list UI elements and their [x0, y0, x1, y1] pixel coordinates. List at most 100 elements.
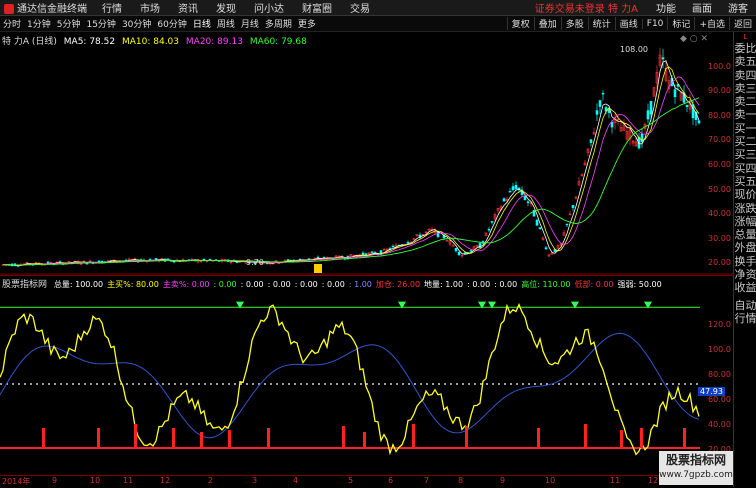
candle-body: [154, 258, 158, 261]
quote-field: 买三: [734, 148, 756, 162]
main-legend-title: 特 力A (日线): [2, 37, 57, 47]
app-title-text: 通达信金融终端: [17, 4, 87, 15]
period-1min[interactable]: 1分钟: [24, 17, 54, 30]
current-stock: 特 力A: [607, 4, 638, 15]
tool-add-watchlist[interactable]: +自选: [694, 17, 729, 30]
event-marker-icon: [314, 264, 322, 273]
menu-item-discover[interactable]: 发现: [207, 0, 245, 15]
signal-bar: [363, 432, 366, 448]
tool-draw-line[interactable]: 画线: [614, 17, 642, 30]
period-15min[interactable]: 15分钟: [83, 17, 118, 30]
quote-side-panel: L 委比 卖五 卖四 卖三 卖二 卖一 买一 买二 买三 买四 买五 现价 涨跌 涨幅 总量 外盘 换手 净资 收益…: [733, 32, 756, 487]
candle-body: [316, 256, 320, 259]
tool-f10[interactable]: F10: [641, 18, 668, 29]
candle-body: [508, 191, 512, 193]
period-monthly[interactable]: 月线: [238, 17, 262, 30]
title-bar: 通达信金融终端 行情 市场 资讯 发现 问小达 财富圈 交易 证券交易未登录 特…: [0, 0, 756, 16]
menu-item-assistant[interactable]: 问小达: [245, 0, 293, 15]
candle-body: [661, 57, 665, 60]
indicator-current-value: 47.93: [698, 387, 725, 396]
menu-item-quotes[interactable]: 行情: [93, 0, 131, 15]
app-logo-icon: [4, 4, 14, 14]
price-axis-label: 80.00: [708, 111, 731, 120]
period-5min[interactable]: 5分钟: [54, 17, 84, 30]
tool-mark[interactable]: 标记: [667, 17, 694, 30]
indicator-legend-item: : 0.00: [267, 280, 291, 289]
quote-field-list: 委比 卖五 卖四 卖三 卖二 卖一 买一 买二 买三 买四 买五 现价 涨跌 涨幅 总量 外盘 换手 净资 收益: [734, 42, 756, 295]
signal-bar: [42, 428, 45, 448]
candle-body: [502, 198, 506, 202]
period-30min[interactable]: 30分钟: [119, 17, 154, 30]
legend-ma20: MA20: 89.13: [185, 37, 243, 47]
time-axis-label: 9: [500, 476, 506, 485]
login-status[interactable]: 证券交易未登录 特 力A: [535, 0, 638, 15]
time-axis-label: 11: [610, 476, 621, 485]
signal-bar: [134, 424, 137, 448]
period-more[interactable]: 更多: [295, 17, 319, 30]
candle-body: [538, 227, 542, 230]
watermark-line-2: www.7gpzb.com: [659, 470, 733, 480]
indicator-legend-item: 主卖%: 0.00: [162, 280, 210, 289]
candle-body: [511, 186, 515, 191]
candle-body: [457, 251, 461, 256]
indicator-legend-item: 加仓: 26.00: [375, 280, 421, 289]
kline-chart[interactable]: 特 力A (日线) MA5: 78.52 MA10: 84.03 MA20: 8…: [0, 32, 733, 275]
app-title: 通达信金融终端: [0, 0, 93, 15]
candle-body: [601, 92, 605, 95]
price-axis-label: 100.0: [708, 62, 731, 71]
tool-back[interactable]: 返回: [728, 17, 756, 30]
signal-bar: [465, 426, 468, 448]
tool-multi-stock[interactable]: 多股: [560, 17, 588, 30]
menu-item-market[interactable]: 市场: [131, 0, 169, 15]
panel-collapse-icon[interactable]: L: [734, 32, 756, 42]
tool-adjust[interactable]: 复权: [506, 17, 534, 30]
ma20-line: [2, 76, 700, 266]
candle-body: [454, 247, 458, 252]
indicator-legend-item: 主买%: 80.00: [107, 280, 159, 289]
time-axis-label: 12: [160, 476, 171, 485]
period-60min[interactable]: 60分钟: [154, 17, 189, 30]
signal-bar: [683, 428, 686, 448]
price-axis-label: 90.00: [708, 86, 731, 95]
time-axis-label: 7: [424, 476, 430, 485]
indicator-legend-title: 股票指标网: [2, 280, 48, 290]
period-multi[interactable]: 多周期: [262, 17, 295, 30]
ma10-line: [2, 66, 700, 266]
candle-body: [571, 205, 575, 209]
chart-controls[interactable]: ◆ ○ ✕: [680, 34, 708, 44]
quote-field: 卖五: [734, 55, 756, 69]
indicator-legend-item: : 0.00: [467, 280, 491, 289]
quote-field: 换手: [734, 254, 756, 268]
signal-bar: [537, 428, 540, 448]
period-intraday[interactable]: 分时: [0, 17, 24, 30]
quote-field: 涨幅: [734, 214, 756, 228]
indicator-legend: 股票指标网 总量: 100.00 主买%: 80.00 主卖%: 0.00: 0.0…: [2, 277, 662, 290]
indicator-svg: [0, 275, 733, 456]
candle-body: [370, 251, 374, 253]
period-daily[interactable]: 日线: [190, 17, 214, 30]
signal-bar: [200, 432, 203, 448]
candle-body: [589, 139, 593, 143]
time-axis-label: 6: [388, 476, 394, 485]
indicator-chart[interactable]: 股票指标网 总量: 100.00 主买%: 80.00 主卖%: 0.00: 0.0…: [0, 275, 733, 475]
menu-item-fortune[interactable]: 财富圈: [293, 0, 341, 15]
candle-body: [610, 121, 614, 128]
time-axis: 2014年 9 10 11 12 2 3 4 5 6 7 8 9 10 11 12: [0, 475, 733, 488]
screen-menu[interactable]: 画面: [684, 0, 720, 15]
quote-mode[interactable]: 行情: [734, 312, 756, 325]
function-menu[interactable]: 功能: [648, 0, 684, 15]
quote-mode[interactable]: 自动: [734, 299, 756, 312]
time-axis-label: 12: [648, 476, 659, 485]
period-weekly[interactable]: 周线: [214, 17, 238, 30]
quote-field: 买四: [734, 161, 756, 175]
menu-item-news[interactable]: 资讯: [169, 0, 207, 15]
candle-body: [490, 221, 494, 223]
tool-overlay[interactable]: 叠加: [533, 17, 561, 30]
quote-field: 买二: [734, 135, 756, 149]
quote-field: 卖二: [734, 95, 756, 109]
menu-item-trade[interactable]: 交易: [341, 0, 379, 15]
guest-user[interactable]: 游客: [720, 0, 756, 15]
blue-indicator-line: [0, 332, 700, 439]
tool-statistics[interactable]: 统计: [587, 17, 615, 30]
signal-bar: [584, 424, 587, 448]
